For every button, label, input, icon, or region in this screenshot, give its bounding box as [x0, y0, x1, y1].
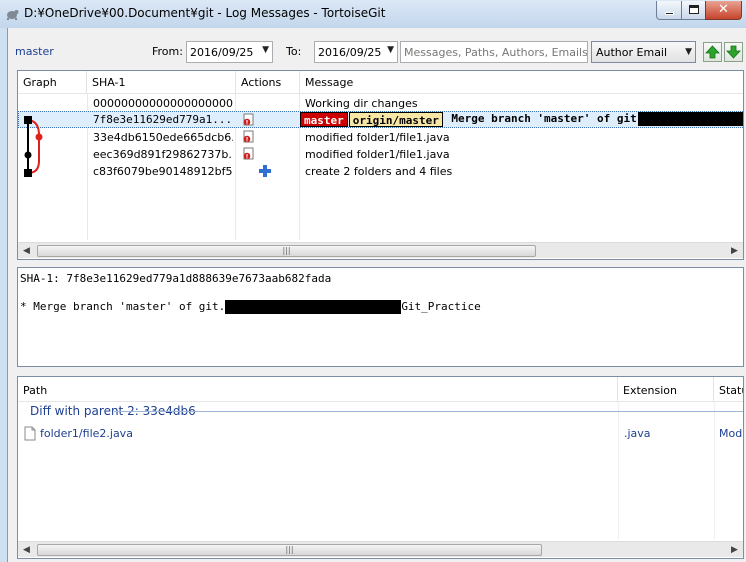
chevron-down-icon: ▼: [262, 45, 269, 55]
commit-message-line: * Merge branch 'master' of git. Git_Pract…: [20, 300, 481, 314]
log-list[interactable]: Graph SHA-1 Actions Message 000000000000…: [17, 70, 744, 260]
svg-text:!: !: [246, 137, 249, 144]
sha-cell: 33e4db6150ede665dcb6...: [93, 131, 233, 144]
current-branch-link[interactable]: master: [15, 45, 54, 58]
added-action-icon: [259, 165, 271, 177]
to-date-picker[interactable]: 2016/09/25 ▼: [314, 41, 398, 63]
to-date-value: 2016/09/25: [318, 46, 382, 59]
column-header-sha[interactable]: SHA-1: [87, 71, 236, 93]
tortoisegit-icon: [6, 10, 19, 21]
sha-cell: 0000000000000000000000...: [93, 97, 233, 110]
filter-field-select[interactable]: Author Email ▼: [591, 41, 696, 63]
changed-files-list[interactable]: Path Extension Status Diff with parent 2…: [17, 376, 744, 559]
message-cell: create 2 folders and 4 files: [305, 165, 453, 178]
close-button[interactable]: ✕: [705, 1, 742, 20]
commit-message-suffix: Git_Practice: [401, 300, 481, 313]
chevron-down-icon: ▼: [685, 47, 692, 57]
scroll-thumb[interactable]: |||: [37, 245, 536, 257]
file-icon: [24, 426, 36, 441]
scroll-left-icon[interactable]: ◀: [18, 243, 35, 259]
column-divider: [714, 402, 715, 539]
modified-action-icon: !: [243, 113, 254, 127]
file-status: Modified: [719, 427, 743, 440]
redaction-block: [637, 112, 743, 126]
modified-action-icon: !: [243, 147, 254, 161]
header-divider: [18, 401, 743, 402]
log-row-working-dir[interactable]: 0000000000000000000000... Working dir ch…: [18, 95, 743, 112]
log-row[interactable]: eec369d891f29862737b... modified folder1…: [18, 146, 743, 163]
message-cell: modified folder1/file1.java: [305, 131, 450, 144]
scroll-right-icon[interactable]: ▶: [726, 243, 743, 259]
commit-message-panel[interactable]: SHA-1: 7f8e3e11629ed779a1d888639e7673aab…: [17, 267, 744, 367]
title-bar: D:¥OneDrive¥00.Document¥git - Log Messag…: [0, 0, 746, 28]
window-title: D:¥OneDrive¥00.Document¥git - Log Messag…: [24, 6, 386, 20]
message-cell: modified folder1/file1.java: [305, 148, 450, 161]
search-placeholder: Messages, Paths, Authors, Emails, SHA: [404, 46, 588, 59]
arrow-up-icon: [705, 45, 720, 59]
sha-cell: c83f6079be90148912bf5...: [93, 165, 233, 178]
arrow-down-icon: [726, 45, 741, 59]
column-header-extension[interactable]: Extension: [618, 377, 714, 401]
file-row[interactable]: folder1/file2.java .java Modified: [18, 425, 743, 443]
maximize-button[interactable]: [681, 1, 706, 20]
log-row[interactable]: c83f6079be90148912bf5... create 2 folder…: [18, 163, 743, 180]
to-label: To:: [286, 45, 302, 58]
column-divider: [618, 402, 619, 539]
column-header-message[interactable]: Message: [300, 71, 743, 93]
from-date-picker[interactable]: 2016/09/25 ▼: [186, 41, 273, 63]
scroll-right-icon[interactable]: ▶: [726, 542, 743, 558]
message-text: Merge branch 'master' of git: [451, 112, 637, 125]
column-header-graph[interactable]: Graph: [18, 71, 87, 93]
commit-graph: [24, 116, 43, 177]
ref-badge-remote: origin/master: [348, 112, 443, 127]
message-cell: Working dir changes: [305, 97, 418, 110]
from-date-value: 2016/09/25: [190, 46, 254, 59]
column-header-status[interactable]: Status: [714, 377, 743, 401]
svg-text:!: !: [246, 120, 249, 127]
commit-message-prefix: * Merge branch 'master' of git.: [20, 300, 226, 313]
from-label: From:: [152, 45, 183, 58]
group-divider: [114, 411, 743, 412]
column-header-path[interactable]: Path: [18, 377, 618, 401]
modified-action-icon: !: [243, 130, 254, 144]
message-cell: master origin/master Merge branch 'master…: [300, 112, 743, 127]
file-extension: .java: [624, 427, 651, 440]
search-input[interactable]: Messages, Paths, Authors, Emails, SHA: [400, 41, 588, 63]
svg-text:!: !: [246, 154, 249, 161]
files-horizontal-scrollbar[interactable]: ◀ ||| ▶: [18, 541, 743, 557]
file-path: folder1/file2.java: [40, 427, 133, 440]
scroll-thumb[interactable]: |||: [37, 544, 542, 556]
log-row-selected[interactable]: 7f8e3e11629ed779a1... master origin/maste…: [18, 111, 743, 128]
column-header-actions[interactable]: Actions: [236, 71, 300, 93]
ref-badge-local: master: [300, 112, 348, 127]
chevron-down-icon: ▼: [387, 45, 394, 55]
close-icon: ✕: [718, 2, 729, 17]
redaction-block: [225, 300, 402, 314]
log-row[interactable]: 33e4db6150ede665dcb6... modified folder1…: [18, 129, 743, 146]
sha-cell: eec369d891f29862737b...: [93, 148, 233, 161]
filter-field-value: Author Email: [596, 46, 668, 59]
minimize-button[interactable]: [656, 1, 682, 20]
sha-cell: 7f8e3e11629ed779a1...: [93, 113, 233, 126]
scroll-left-icon[interactable]: ◀: [18, 542, 35, 558]
search-up-button[interactable]: [703, 42, 722, 62]
log-horizontal-scrollbar[interactable]: ◀ ||| ▶: [18, 242, 743, 258]
commit-sha-line: SHA-1: 7f8e3e11629ed779a1d888639e7673aab…: [20, 272, 332, 285]
search-down-button[interactable]: [724, 42, 743, 62]
header-divider: [18, 93, 743, 94]
